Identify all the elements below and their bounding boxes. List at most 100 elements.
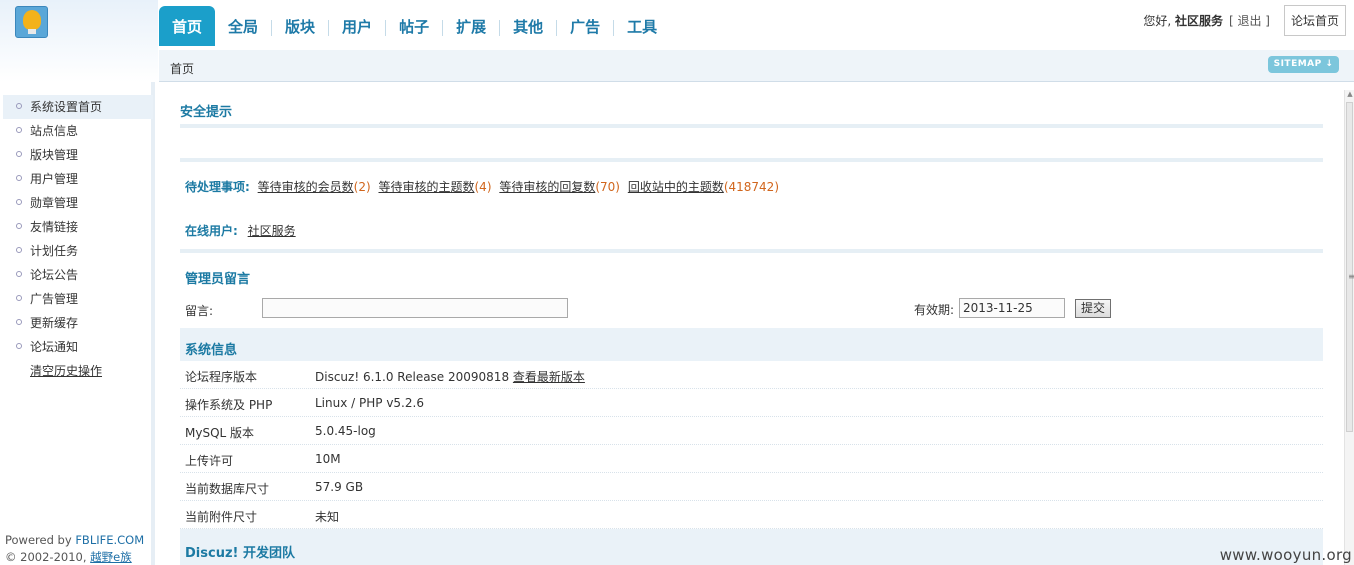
logout-link[interactable]: [ 退出 ] [1229, 12, 1270, 29]
scroll-grip-icon: ≡ [1348, 272, 1354, 281]
nav-tab-posts[interactable]: 帖子 [386, 6, 442, 46]
lightbulb-logo-icon[interactable] [15, 6, 48, 38]
sidebar-item-scheduled-tasks[interactable]: 计划任务 [3, 239, 153, 263]
powered-prefix: Powered by [5, 533, 76, 547]
nav-tab-home[interactable]: 首页 [159, 6, 216, 46]
info-row-attachment-size: 当前附件尺寸 未知 [180, 501, 1323, 529]
system-info-title: 系统信息 [185, 343, 238, 358]
recycle-bin-link[interactable]: 回收站中的主题数 [628, 180, 724, 194]
pending-items: 待处理事项: 等待审核的会员数(2) 等待审核的主题数(4) 等待审核的回复数(… [185, 178, 779, 195]
sidebar-item-label: 系统设置首页 [30, 100, 103, 114]
expire-label: 有效期: [914, 303, 955, 317]
sidebar-item-forum-management[interactable]: 版块管理 [3, 143, 153, 167]
user-area: 您好, 社区服务 [ 退出 ] 论坛首页 [1143, 0, 1354, 40]
info-key: 当前附件尺寸 [185, 510, 258, 524]
sidebar-item-ad-management[interactable]: 广告管理 [3, 287, 153, 311]
sidebar-item-friend-links[interactable]: 友情链接 [3, 215, 153, 239]
user-name: 社区服务 [1174, 13, 1223, 28]
sidebar-item-clear-history[interactable]: 清空历史操作 [3, 359, 153, 383]
pending-members-link[interactable]: 等待审核的会员数 [258, 180, 354, 194]
info-value-text: Discuz! 6.1.0 Release 20090818 [315, 370, 513, 384]
top-navigation: 首页 全局 版块 用户 帖子 扩展 其他 广告 工具 您好, 社区服务 [ 退出… [159, 0, 1354, 48]
info-key: 操作系统及 PHP [185, 398, 273, 412]
nav-tab-tools[interactable]: 工具 [614, 6, 670, 46]
vertical-scrollbar[interactable]: ▲ ≡ [1344, 90, 1354, 565]
sidebar-item-settings-home[interactable]: 系统设置首页 [3, 95, 153, 119]
logo-area [0, 0, 158, 82]
nav-tab-ads[interactable]: 广告 [557, 6, 613, 46]
sidebar-item-update-cache[interactable]: 更新缓存 [3, 311, 153, 335]
sidebar-item-notifications[interactable]: 论坛通知 [3, 335, 153, 359]
pending-label: 待处理事项: [185, 180, 250, 194]
bullet-icon [16, 343, 22, 349]
bullet-icon [16, 247, 22, 253]
sidebar-item-site-info[interactable]: 站点信息 [3, 119, 153, 143]
sidebar-item-label: 论坛公告 [30, 268, 79, 282]
nav-tab-extensions[interactable]: 扩展 [443, 6, 499, 46]
info-row-mysql: MySQL 版本 5.0.45-log [180, 417, 1323, 445]
pending-threads-count: (4) [474, 180, 492, 194]
powered-line: Powered by FBLIFE.COM [5, 532, 144, 549]
info-row-db-size: 当前数据库尺寸 57.9 GB [180, 473, 1323, 501]
sidebar-item-user-management[interactable]: 用户管理 [3, 167, 153, 191]
system-info-header: 系统信息 [180, 328, 1323, 361]
forum-home-button[interactable]: 论坛首页 [1283, 4, 1346, 36]
powered-link[interactable]: FBLIFE.COM [75, 533, 144, 547]
bullet-icon [16, 175, 22, 181]
nav-tab-forums[interactable]: 版块 [272, 6, 328, 46]
bullet-icon [16, 199, 22, 205]
copyright-link[interactable]: 越野e族 [90, 550, 132, 564]
sidebar-item-label: 版块管理 [30, 148, 79, 162]
check-latest-version-link[interactable]: 查看最新版本 [513, 370, 585, 384]
scroll-up-arrow-icon[interactable]: ▲ [1346, 90, 1354, 100]
pending-replies-link[interactable]: 等待审核的回复数 [499, 180, 595, 194]
submit-button[interactable]: 提交 [1075, 299, 1111, 318]
dev-team-header: Discuz! 开发团队 [180, 529, 1323, 565]
bullet-icon [16, 127, 22, 133]
sidebar-item-label: 站点信息 [30, 124, 79, 138]
bullet-icon [16, 103, 22, 109]
scrollbar-thumb[interactable]: ≡ [1346, 102, 1354, 432]
dev-team-title: Discuz! 开发团队 [185, 546, 295, 561]
sidebar-item-announcements[interactable]: 论坛公告 [3, 263, 153, 287]
info-row-version: 论坛程序版本 Discuz! 6.1.0 Release 20090818 查看… [180, 361, 1323, 389]
sidebar-item-label: 用户管理 [30, 172, 79, 186]
expire-date-input[interactable]: 2013-11-25 [959, 298, 1065, 318]
nav-tab-global[interactable]: 全局 [215, 6, 271, 46]
copyright-line: © 2002-2010, 越野e族 [5, 549, 144, 565]
info-row-upload-limit: 上传许可 10M [180, 445, 1323, 473]
nav-tab-other[interactable]: 其他 [500, 6, 556, 46]
message-input[interactable] [262, 298, 568, 318]
sidebar-item-label: 友情链接 [30, 220, 79, 234]
main-content: 安全提示 待处理事项: 等待审核的会员数(2) 等待审核的主题数(4) 等待审核… [159, 82, 1344, 565]
admin-message-title: 管理员留言 [185, 272, 251, 287]
watermark: www.wooyun.org [1219, 546, 1352, 564]
nav-tab-users[interactable]: 用户 [329, 6, 385, 46]
sidebar: 系统设置首页 站点信息 版块管理 用户管理 勋章管理 友情链接 计划任务 论坛公… [0, 82, 155, 565]
bullet-icon [16, 223, 22, 229]
sidebar-item-label: 勋章管理 [30, 196, 79, 210]
copyright-prefix: © 2002-2010, [5, 550, 91, 564]
breadcrumb-bar: 首页 SITEMAP ↓ [159, 50, 1354, 82]
sidebar-item-label: 论坛通知 [30, 340, 79, 354]
sidebar-item-label: 更新缓存 [30, 316, 79, 330]
sidebar-item-label: 清空历史操作 [30, 364, 103, 378]
sitemap-button[interactable]: SITEMAP ↓ [1268, 56, 1339, 73]
info-key: 当前数据库尺寸 [185, 482, 270, 496]
greeting-label: 您好, [1143, 13, 1175, 28]
divider [180, 249, 1323, 253]
info-value: 未知 [315, 510, 340, 524]
bullet-icon [16, 271, 22, 277]
divider [180, 158, 1323, 162]
info-row-os-php: 操作系统及 PHP Linux / PHP v5.2.6 [180, 389, 1323, 417]
recycle-bin-count: (418742) [723, 180, 779, 194]
sidebar-menu: 系统设置首页 站点信息 版块管理 用户管理 勋章管理 友情链接 计划任务 论坛公… [3, 95, 153, 383]
pending-threads-link[interactable]: 等待审核的主题数 [378, 180, 474, 194]
online-user-link[interactable]: 社区服务 [248, 224, 296, 238]
sidebar-item-label: 广告管理 [30, 292, 79, 306]
online-users: 在线用户: 社区服务 [185, 222, 296, 239]
info-value: Discuz! 6.1.0 Release 20090818 查看最新版本 [315, 368, 585, 385]
powered-by: Powered by FBLIFE.COM © 2002-2010, 越野e族 [5, 532, 144, 565]
sidebar-item-medal-management[interactable]: 勋章管理 [3, 191, 153, 215]
info-value: 5.0.45-log [315, 424, 376, 438]
